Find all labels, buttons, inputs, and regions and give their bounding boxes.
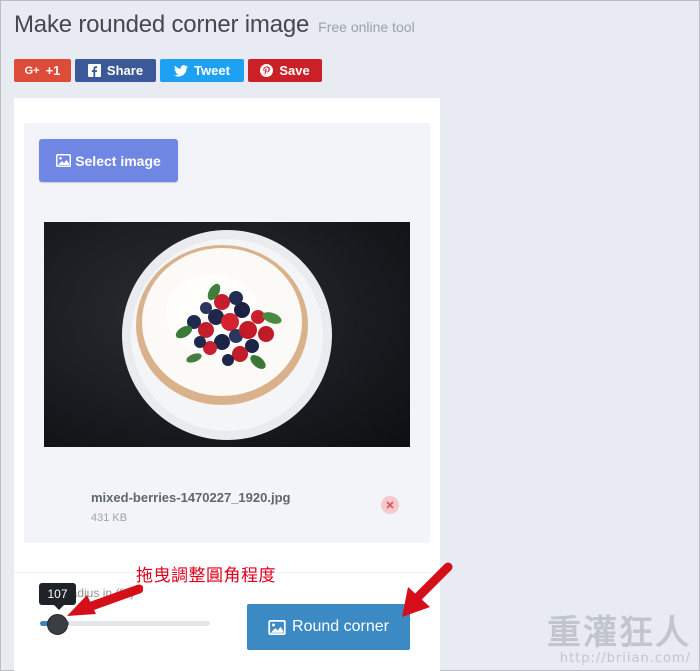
- close-icon: [386, 501, 394, 509]
- page-subtitle: Free online tool: [318, 19, 415, 35]
- berry-cake-photo: [44, 222, 410, 447]
- select-image-label: Select image: [75, 152, 161, 169]
- image-icon: [268, 619, 286, 635]
- upload-panel: Select image mixed-berries-1470227_1920.…: [24, 123, 430, 543]
- watermark-url: http://briian.com/: [559, 651, 691, 666]
- image-preview: [44, 222, 410, 447]
- pinterest-save-button[interactable]: Save: [248, 59, 322, 82]
- page-title: Make rounded corner image: [14, 11, 310, 38]
- watermark: 重灌狂人 http://briian.com/: [547, 615, 691, 666]
- watermark-name: 重灌狂人: [547, 613, 691, 653]
- round-corner-label: Round corner: [292, 618, 389, 635]
- tweet-label: Tweet: [194, 63, 230, 78]
- google-plus-button[interactable]: G+ +1: [14, 59, 71, 82]
- twitter-icon: [174, 64, 189, 77]
- pinterest-icon: [260, 64, 274, 77]
- select-image-button[interactable]: Select image: [39, 139, 178, 182]
- social-share-bar: G+ +1 Share Tweet Save: [14, 59, 322, 82]
- annotation-arrow-slider: [67, 584, 143, 616]
- page-header: Make rounded corner image Free online to…: [14, 11, 415, 39]
- round-corner-button[interactable]: Round corner: [247, 604, 410, 650]
- google-plus-label: +1: [45, 63, 61, 78]
- facebook-icon: [87, 64, 101, 77]
- image-icon: [56, 154, 72, 167]
- pinterest-save-label: Save: [279, 63, 310, 78]
- annotation-text: 拖曳調整圓角程度: [136, 566, 276, 586]
- facebook-share-label: Share: [106, 63, 144, 78]
- annotation-arrow-button: [402, 562, 453, 617]
- remove-file-button[interactable]: [381, 496, 399, 514]
- google-plus-icon: G+: [24, 64, 40, 77]
- facebook-share-button[interactable]: Share: [75, 59, 156, 82]
- file-size: 431 KB: [91, 512, 128, 524]
- tweet-button[interactable]: Tweet: [160, 59, 244, 82]
- file-name: mixed-berries-1470227_1920.jpg: [91, 490, 291, 505]
